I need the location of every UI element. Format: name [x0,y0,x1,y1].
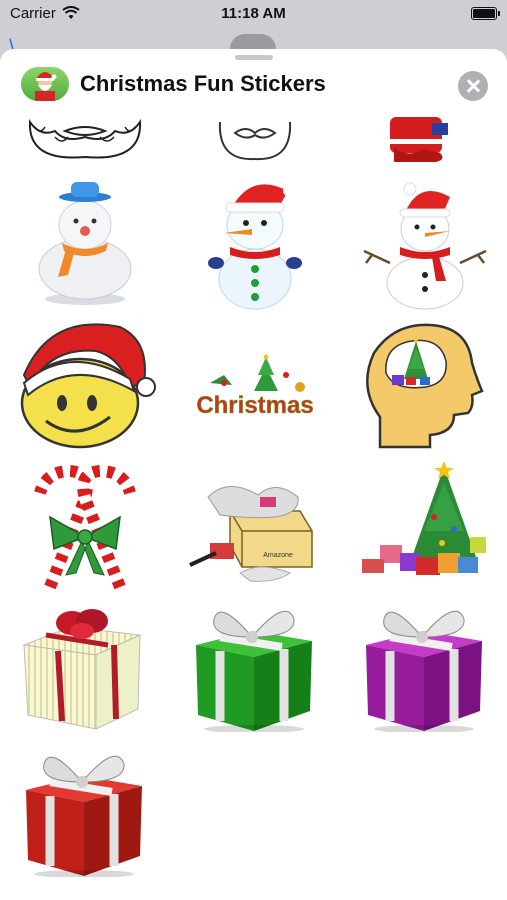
sticker-snowman-blue-hat[interactable] [10,177,160,312]
sticker-head-with-tree[interactable] [350,317,500,452]
clock: 11:18 AM [221,5,286,22]
sticker-santa-suit[interactable] [350,117,500,162]
sticker-santa-beard-outline[interactable] [10,117,160,162]
amazone-label: Amazone [263,552,293,559]
sticker-christmas-text[interactable]: Christmas [180,317,330,452]
battery-icon [471,7,500,20]
close-button[interactable] [458,71,488,101]
sheet-grabber[interactable] [235,55,273,60]
sheet-header: Christmas Fun Stickers [0,63,507,109]
sticker-smiley-santa-hat[interactable] [10,317,160,452]
sticker-gift-red[interactable] [10,742,160,877]
sticker-gift-green[interactable] [180,597,330,732]
sticker-gift-purple[interactable] [350,597,500,732]
sticker-tree-with-presents[interactable] [350,457,500,592]
sticker-snowman-scarf[interactable] [350,177,500,312]
sticker-grid: Christmas Amazone [0,117,507,900]
sticker-sheet: Christmas Fun Stickers Christmas Amazone [0,49,507,900]
sticker-amazon-box[interactable]: Amazone [180,457,330,592]
sticker-gift-striped-red-bow[interactable] [10,597,160,732]
sticker-candy-canes-bow[interactable] [10,457,160,592]
sticker-santa-beard-white[interactable] [180,117,330,162]
app-icon [21,67,69,101]
christmas-word: Christmas [196,392,313,419]
status-bar: Carrier 11:18 AM [0,0,507,28]
sticker-snowman-santa-hat[interactable] [180,177,330,312]
app-title: Christmas Fun Stickers [80,71,326,96]
